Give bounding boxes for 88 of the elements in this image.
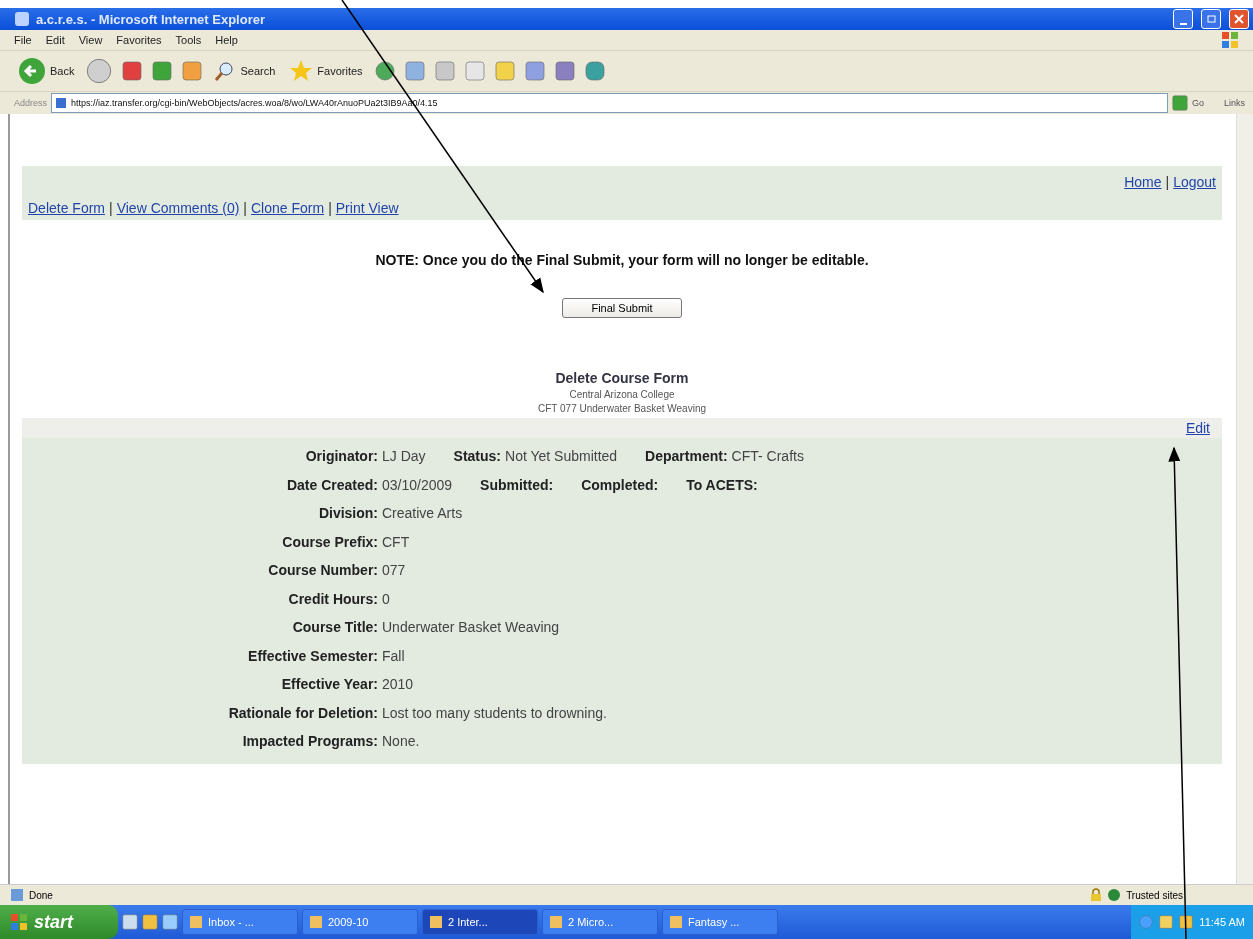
go-icon[interactable] xyxy=(1171,95,1188,111)
status-text: Done xyxy=(29,889,53,901)
window-icon xyxy=(309,915,323,929)
field-label: Credit Hours: xyxy=(287,590,378,607)
menu-item[interactable]: View xyxy=(78,34,103,46)
back-button[interactable]: Back xyxy=(16,57,77,85)
taskbar-button[interactable]: Fantasy ... xyxy=(662,909,778,935)
forward-icon[interactable] xyxy=(86,58,113,84)
field-label: Status: xyxy=(453,448,502,465)
separator: | xyxy=(243,200,247,216)
field-label: Date Created: xyxy=(285,476,378,493)
field-value: Not Yet Submitted xyxy=(505,448,618,465)
field-value: 0 xyxy=(382,590,390,607)
form-title: Delete Course Form xyxy=(554,370,690,386)
taskbar-button[interactable]: 2 Inter... xyxy=(422,909,538,935)
restore-icon xyxy=(1206,14,1216,24)
field-value: LJ Day xyxy=(382,448,426,465)
address-label: Address xyxy=(14,98,48,108)
field-label: Impacted Programs: xyxy=(241,733,378,750)
field-value: Creative Arts xyxy=(382,505,463,522)
field-label: To ACETS: xyxy=(686,476,758,493)
windows-logo-icon xyxy=(10,913,28,931)
course-name: CFT 077 Underwater Basket Weaving xyxy=(536,403,707,414)
restore-button[interactable] xyxy=(1201,9,1221,29)
page-icon xyxy=(10,888,24,902)
field-label: Completed: xyxy=(581,476,659,493)
star-icon xyxy=(289,59,314,83)
taskbar-button[interactable]: 2 Micro... xyxy=(542,909,658,935)
clock: 11:45 AM xyxy=(1199,916,1245,928)
window-icon xyxy=(429,915,443,929)
nav-link[interactable]: Logout xyxy=(1173,174,1216,190)
page-icon xyxy=(55,97,68,109)
field-value: 2010 xyxy=(382,676,414,693)
media-icon[interactable] xyxy=(374,61,395,81)
edit-link[interactable]: Edit xyxy=(1185,420,1210,436)
check-icon xyxy=(1107,888,1122,902)
favorites-button[interactable]: Favorites xyxy=(287,59,365,83)
minimize-button[interactable] xyxy=(1173,9,1193,29)
field-value: 03/10/2009 xyxy=(382,476,453,493)
field-label: Division: xyxy=(317,505,378,522)
nav-link[interactable]: View Comments (0) xyxy=(116,200,240,216)
field-label: Course Title: xyxy=(291,619,378,636)
field-label: Effective Semester: xyxy=(247,647,378,664)
field-value: CFT xyxy=(382,533,410,550)
field-value: 077 xyxy=(382,562,406,579)
close-button[interactable] xyxy=(1229,9,1249,29)
go-button[interactable]: Go xyxy=(1191,98,1204,108)
taskbar-button[interactable]: 2009-10 xyxy=(302,909,418,935)
window-icon xyxy=(669,915,683,929)
start-button[interactable]: start xyxy=(0,905,118,939)
zone-text: Trusted sites xyxy=(1126,889,1183,901)
nav-link[interactable]: Clone Form xyxy=(251,200,325,216)
scrollbar[interactable] xyxy=(1236,114,1253,884)
nav-link[interactable]: Print View xyxy=(335,200,399,216)
field-value: Lost too many students to drowning. xyxy=(382,704,607,721)
lock-icon xyxy=(1090,888,1103,902)
field-value: None. xyxy=(382,733,420,750)
windows-logo-icon xyxy=(1221,31,1239,49)
field-label: Department: xyxy=(645,448,728,465)
separator: | xyxy=(328,200,332,216)
field-label: Submitted: xyxy=(480,476,554,493)
window-icon xyxy=(549,915,563,929)
menu-item[interactable]: Favorites xyxy=(116,34,162,46)
field-label: Originator: xyxy=(304,448,378,465)
field-value: Underwater Basket Weaving xyxy=(382,619,560,636)
close-icon xyxy=(1234,14,1244,24)
menu-item[interactable]: Tools xyxy=(175,34,202,46)
separator: | xyxy=(1165,174,1170,190)
nav-link[interactable]: Delete Form xyxy=(28,200,106,216)
taskbar-button[interactable]: Inbox - ... xyxy=(182,909,298,935)
field-value: CFT- Crafts xyxy=(731,448,804,465)
field-value: Fall xyxy=(382,647,405,664)
links-button[interactable]: Links xyxy=(1224,98,1245,108)
minimize-icon xyxy=(1179,23,1187,25)
college-name: Central Arizona College xyxy=(568,389,676,400)
separator: | xyxy=(109,200,113,216)
field-label: Effective Year: xyxy=(280,676,378,693)
window-icon xyxy=(189,915,203,929)
search-button[interactable]: Search xyxy=(212,60,278,82)
menu-item[interactable]: File xyxy=(14,34,32,46)
window-title: a.c.r.e.s. - Microsoft Internet Explorer xyxy=(36,11,266,27)
field-label: Course Number: xyxy=(267,562,378,579)
menu-item[interactable]: Help xyxy=(215,34,238,46)
field-label: Rationale for Deletion: xyxy=(227,704,378,721)
final-submit-button[interactable]: Final Submit xyxy=(562,298,682,318)
menu-item[interactable]: Edit xyxy=(45,34,65,46)
nav-link[interactable]: Home xyxy=(1124,174,1162,190)
field-label: Course Prefix: xyxy=(281,533,378,550)
